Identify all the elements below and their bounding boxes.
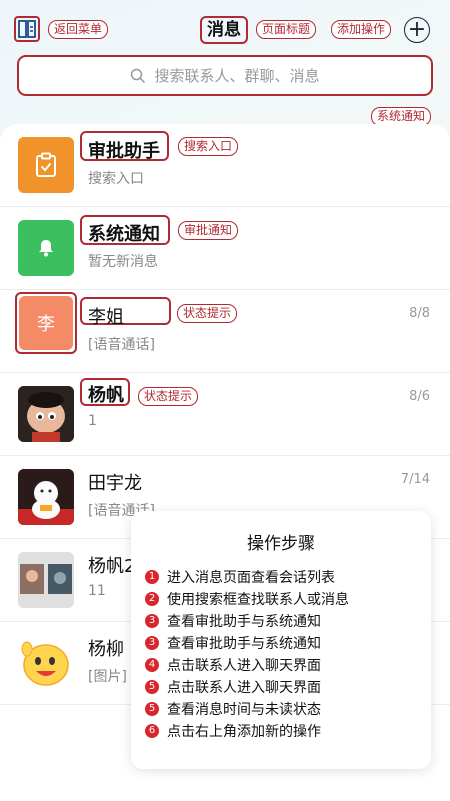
bell-icon (18, 220, 74, 276)
last-message: 11 (88, 583, 106, 599)
step-item: 5 查看消息时间与未读状态 (145, 698, 431, 720)
list-item[interactable]: 杨帆 状态提示 1 8/6 (0, 373, 450, 456)
search-icon (131, 68, 146, 83)
last-message: 暂无新消息 (88, 254, 158, 270)
list-item[interactable]: 系统通知 审批通知 暂无新消息 (0, 207, 450, 290)
list-item[interactable]: 李 李姐 状态提示 [语音通话] 8/8 (0, 290, 450, 373)
contact-name: 田宇龙 (88, 473, 142, 494)
group-photo (18, 552, 74, 608)
last-message: [图片] (88, 669, 127, 685)
contact-name: 系统通知 (88, 224, 160, 245)
contact-name: 杨帆2 (88, 556, 136, 577)
message-time: 8/8 (409, 306, 430, 321)
cartoon-character-photo (18, 386, 74, 442)
add-action-annotation: 添加操作 (331, 20, 392, 39)
step-item: 3 查看审批助手与系统通知 (145, 632, 431, 654)
back-menu-annotation: 返回菜单 (48, 20, 109, 39)
last-message: 1 (88, 413, 97, 429)
step-item: 3 查看审批助手与系统通知 (145, 610, 431, 632)
step-item: 5 点击联系人进入聊天界面 (145, 676, 431, 698)
avatar: 李 (19, 296, 73, 350)
clipboard-check-icon (18, 137, 74, 193)
contact-name: 审批助手 (88, 141, 160, 162)
search-input[interactable]: 搜索联系人、群聊、消息 (17, 55, 433, 96)
steps-panel: 操作步骤 1 进入消息页面查看会话列表 2 使用搜索框查找联系人或消息 3 查看审批助… (131, 511, 431, 769)
contacts-book-icon[interactable] (14, 16, 40, 42)
lucky-cat-photo (18, 469, 74, 525)
page-title: 消息 (200, 16, 248, 44)
page-title-annotation: 页面标题 (256, 20, 317, 39)
approval-notice-annotation: 审批通知 (178, 221, 239, 240)
step-item: 1 进入消息页面查看会话列表 (145, 566, 431, 588)
plus-circle-icon: + (407, 17, 427, 42)
last-message: 搜索入口 (88, 171, 144, 187)
steps-title: 操作步骤 (247, 534, 315, 554)
step-item: 4 点击联系人进入聊天界面 (145, 654, 431, 676)
list-item[interactable]: 审批助手 搜索入口 搜索入口 (0, 124, 450, 207)
contact-name: 李姐 (88, 307, 124, 328)
status-hint-annotation: 状态提示 (138, 387, 199, 406)
status-hint-annotation: 状态提示 (177, 304, 238, 323)
contact-name: 杨柳 (88, 639, 124, 660)
message-time: 8/6 (409, 389, 430, 404)
message-time: 7/14 (400, 472, 430, 487)
search-entry-annotation: 搜索入口 (178, 137, 239, 156)
step-item: 6 点击右上角添加新的操作 (145, 720, 431, 742)
last-message: [语音通话] (88, 337, 155, 353)
cartoon-sticker (18, 635, 74, 691)
search-placeholder: 搜索联系人、群聊、消息 (154, 67, 320, 85)
step-item: 2 使用搜索框查找联系人或消息 (145, 588, 431, 610)
add-button[interactable]: + (404, 17, 430, 43)
contact-name: 杨帆 (88, 385, 124, 406)
